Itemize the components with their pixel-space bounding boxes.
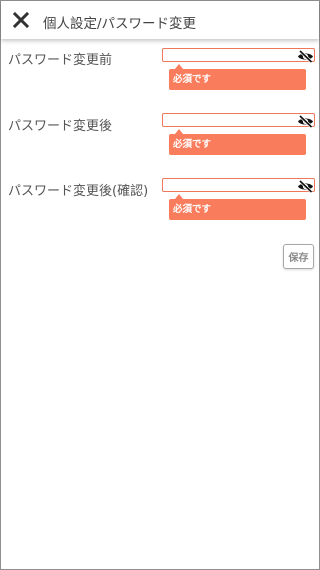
toggle-confirm-password-visibility[interactable] — [297, 178, 314, 194]
current-password-input[interactable] — [162, 48, 315, 62]
confirm-password-error: 必須です — [169, 194, 306, 220]
current-password-error: 必須です — [169, 64, 306, 90]
eye-off-icon — [298, 49, 313, 64]
app-frame: 個人設定/パスワード変更 パスワード変更前 必須です パスワード変更後 必須です… — [0, 0, 320, 570]
new-password-label: パスワード変更後 — [8, 119, 113, 134]
app-header: 個人設定/パスワード変更 — [1, 1, 319, 39]
new-password-input[interactable] — [162, 113, 315, 127]
confirm-password-label: パスワード変更後(確認) — [8, 184, 149, 199]
confirm-password-input[interactable] — [162, 178, 315, 192]
page-title: 個人設定/パスワード変更 — [43, 16, 197, 32]
close-button[interactable] — [11, 10, 31, 30]
eye-off-icon — [298, 179, 313, 194]
new-password-error: 必須です — [169, 129, 306, 155]
toggle-new-password-visibility[interactable] — [297, 113, 314, 129]
current-password-label: パスワード変更前 — [8, 53, 113, 68]
save-button[interactable]: 保存 — [283, 244, 314, 269]
toggle-current-password-visibility[interactable] — [297, 48, 314, 64]
close-icon — [12, 11, 30, 29]
eye-off-icon — [298, 114, 313, 129]
